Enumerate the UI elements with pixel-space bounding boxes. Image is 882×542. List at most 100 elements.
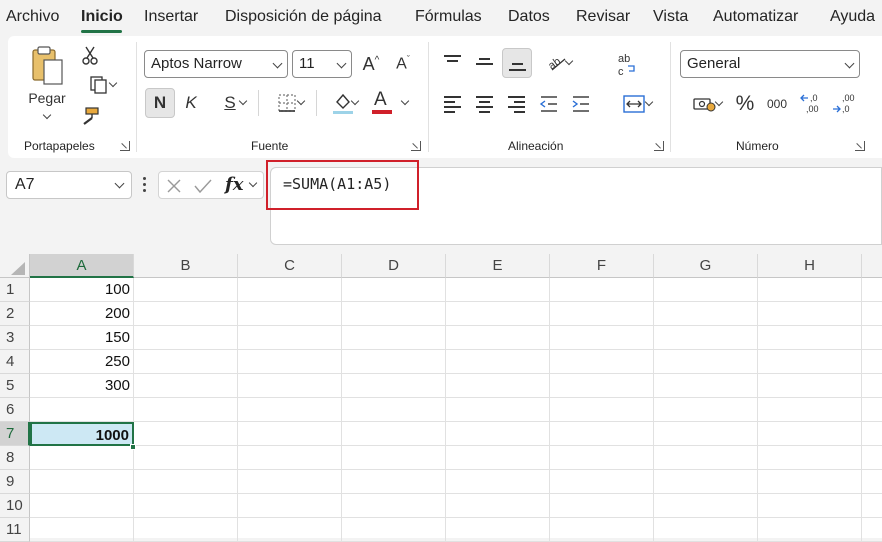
cell[interactable]: 150 bbox=[30, 326, 134, 350]
tab-archivo[interactable]: Archivo bbox=[6, 8, 59, 26]
cell[interactable] bbox=[342, 422, 446, 446]
cut-button[interactable] bbox=[78, 44, 102, 66]
align-left-button[interactable] bbox=[440, 92, 466, 116]
cell[interactable] bbox=[342, 494, 446, 518]
cell[interactable] bbox=[862, 518, 882, 542]
cell[interactable] bbox=[446, 302, 550, 326]
align-middle-button[interactable] bbox=[472, 50, 498, 74]
cell[interactable] bbox=[550, 470, 654, 494]
cell[interactable] bbox=[758, 398, 862, 422]
column-header-e[interactable]: E bbox=[446, 254, 550, 278]
cell[interactable] bbox=[862, 446, 882, 470]
percent-style-button[interactable]: % bbox=[732, 90, 758, 118]
cell[interactable] bbox=[758, 446, 862, 470]
cell[interactable] bbox=[342, 518, 446, 542]
cell[interactable] bbox=[758, 278, 862, 302]
cell[interactable] bbox=[758, 374, 862, 398]
fill-color-button[interactable] bbox=[322, 88, 364, 118]
column-header-c[interactable]: C bbox=[238, 254, 342, 278]
cell[interactable] bbox=[654, 302, 758, 326]
increase-font-button[interactable]: A^ bbox=[358, 52, 384, 76]
cell[interactable] bbox=[550, 374, 654, 398]
row-header-7[interactable]: 7 bbox=[0, 422, 30, 446]
column-header-h[interactable]: H bbox=[758, 254, 862, 278]
comma-style-button[interactable]: 000 bbox=[762, 90, 792, 118]
active-cell[interactable]: 1000 bbox=[30, 422, 134, 446]
cell[interactable] bbox=[550, 518, 654, 542]
increase-indent-button[interactable] bbox=[568, 92, 594, 116]
cell[interactable] bbox=[446, 398, 550, 422]
column-header-g[interactable]: G bbox=[654, 254, 758, 278]
cell[interactable] bbox=[446, 446, 550, 470]
cell[interactable] bbox=[238, 518, 342, 542]
cell[interactable] bbox=[654, 326, 758, 350]
row-header-3[interactable]: 3 bbox=[0, 326, 30, 350]
cell[interactable] bbox=[758, 326, 862, 350]
row-header-5[interactable]: 5 bbox=[0, 374, 30, 398]
cell[interactable] bbox=[550, 422, 654, 446]
align-top-button[interactable] bbox=[440, 50, 466, 74]
cell[interactable] bbox=[654, 398, 758, 422]
tab-vista[interactable]: Vista bbox=[653, 8, 688, 26]
cell[interactable] bbox=[134, 518, 238, 542]
cell[interactable] bbox=[342, 326, 446, 350]
cell[interactable] bbox=[342, 374, 446, 398]
cell[interactable] bbox=[862, 374, 882, 398]
cell[interactable] bbox=[238, 398, 342, 422]
row-header-11[interactable]: 11 bbox=[0, 518, 30, 542]
cell[interactable] bbox=[238, 422, 342, 446]
tab-datos[interactable]: Datos bbox=[508, 8, 550, 26]
cell[interactable] bbox=[134, 302, 238, 326]
cell[interactable] bbox=[862, 470, 882, 494]
number-format-select[interactable]: General bbox=[680, 50, 860, 78]
cell[interactable]: 300 bbox=[30, 374, 134, 398]
cell[interactable] bbox=[758, 302, 862, 326]
font-color-button[interactable]: A bbox=[370, 88, 412, 118]
tab-inicio[interactable]: Inicio bbox=[81, 8, 123, 26]
cell[interactable] bbox=[446, 470, 550, 494]
align-bottom-button[interactable] bbox=[502, 48, 532, 78]
cell[interactable] bbox=[30, 446, 134, 470]
increase-decimal-button[interactable]: ,0 ,00 bbox=[798, 88, 826, 118]
cell[interactable] bbox=[238, 350, 342, 374]
cell[interactable] bbox=[446, 350, 550, 374]
cell[interactable] bbox=[342, 278, 446, 302]
cell[interactable] bbox=[134, 470, 238, 494]
paste-button[interactable]: Pegar bbox=[24, 44, 70, 130]
cell[interactable] bbox=[446, 374, 550, 398]
cell[interactable] bbox=[862, 398, 882, 422]
cell[interactable] bbox=[446, 278, 550, 302]
tab-automatizar[interactable]: Automatizar bbox=[713, 8, 798, 26]
column-header-b[interactable]: B bbox=[134, 254, 238, 278]
fill-handle[interactable] bbox=[130, 444, 136, 450]
wrap-text-button[interactable]: ab c bbox=[612, 50, 640, 80]
font-launcher-icon[interactable] bbox=[411, 141, 421, 151]
cell[interactable] bbox=[342, 446, 446, 470]
cell[interactable] bbox=[134, 350, 238, 374]
align-right-button[interactable] bbox=[504, 92, 530, 116]
decrease-font-button[interactable]: Aˇ bbox=[390, 52, 416, 76]
cell[interactable] bbox=[654, 446, 758, 470]
orientation-button[interactable]: ab bbox=[536, 50, 578, 76]
borders-button[interactable] bbox=[264, 90, 310, 116]
italic-button[interactable]: K bbox=[179, 90, 203, 116]
bold-button[interactable]: N bbox=[145, 88, 175, 118]
font-size-select[interactable]: 11 bbox=[292, 50, 352, 78]
cell[interactable] bbox=[758, 518, 862, 542]
cell[interactable] bbox=[446, 494, 550, 518]
tab-insertar[interactable]: Insertar bbox=[144, 8, 198, 26]
cell[interactable] bbox=[550, 398, 654, 422]
align-center-button[interactable] bbox=[472, 92, 498, 116]
row-header-4[interactable]: 4 bbox=[0, 350, 30, 374]
number-launcher-icon[interactable] bbox=[855, 141, 865, 151]
cell[interactable] bbox=[654, 278, 758, 302]
row-header-8[interactable]: 8 bbox=[0, 446, 30, 470]
cell[interactable] bbox=[862, 278, 882, 302]
alignment-launcher-icon[interactable] bbox=[654, 141, 664, 151]
cell[interactable] bbox=[238, 302, 342, 326]
tab-revisar[interactable]: Revisar bbox=[576, 8, 630, 26]
column-header-d[interactable]: D bbox=[342, 254, 446, 278]
format-painter-button[interactable] bbox=[78, 104, 102, 128]
formula-bar-grip-icon[interactable] bbox=[143, 176, 147, 194]
cell[interactable] bbox=[654, 470, 758, 494]
